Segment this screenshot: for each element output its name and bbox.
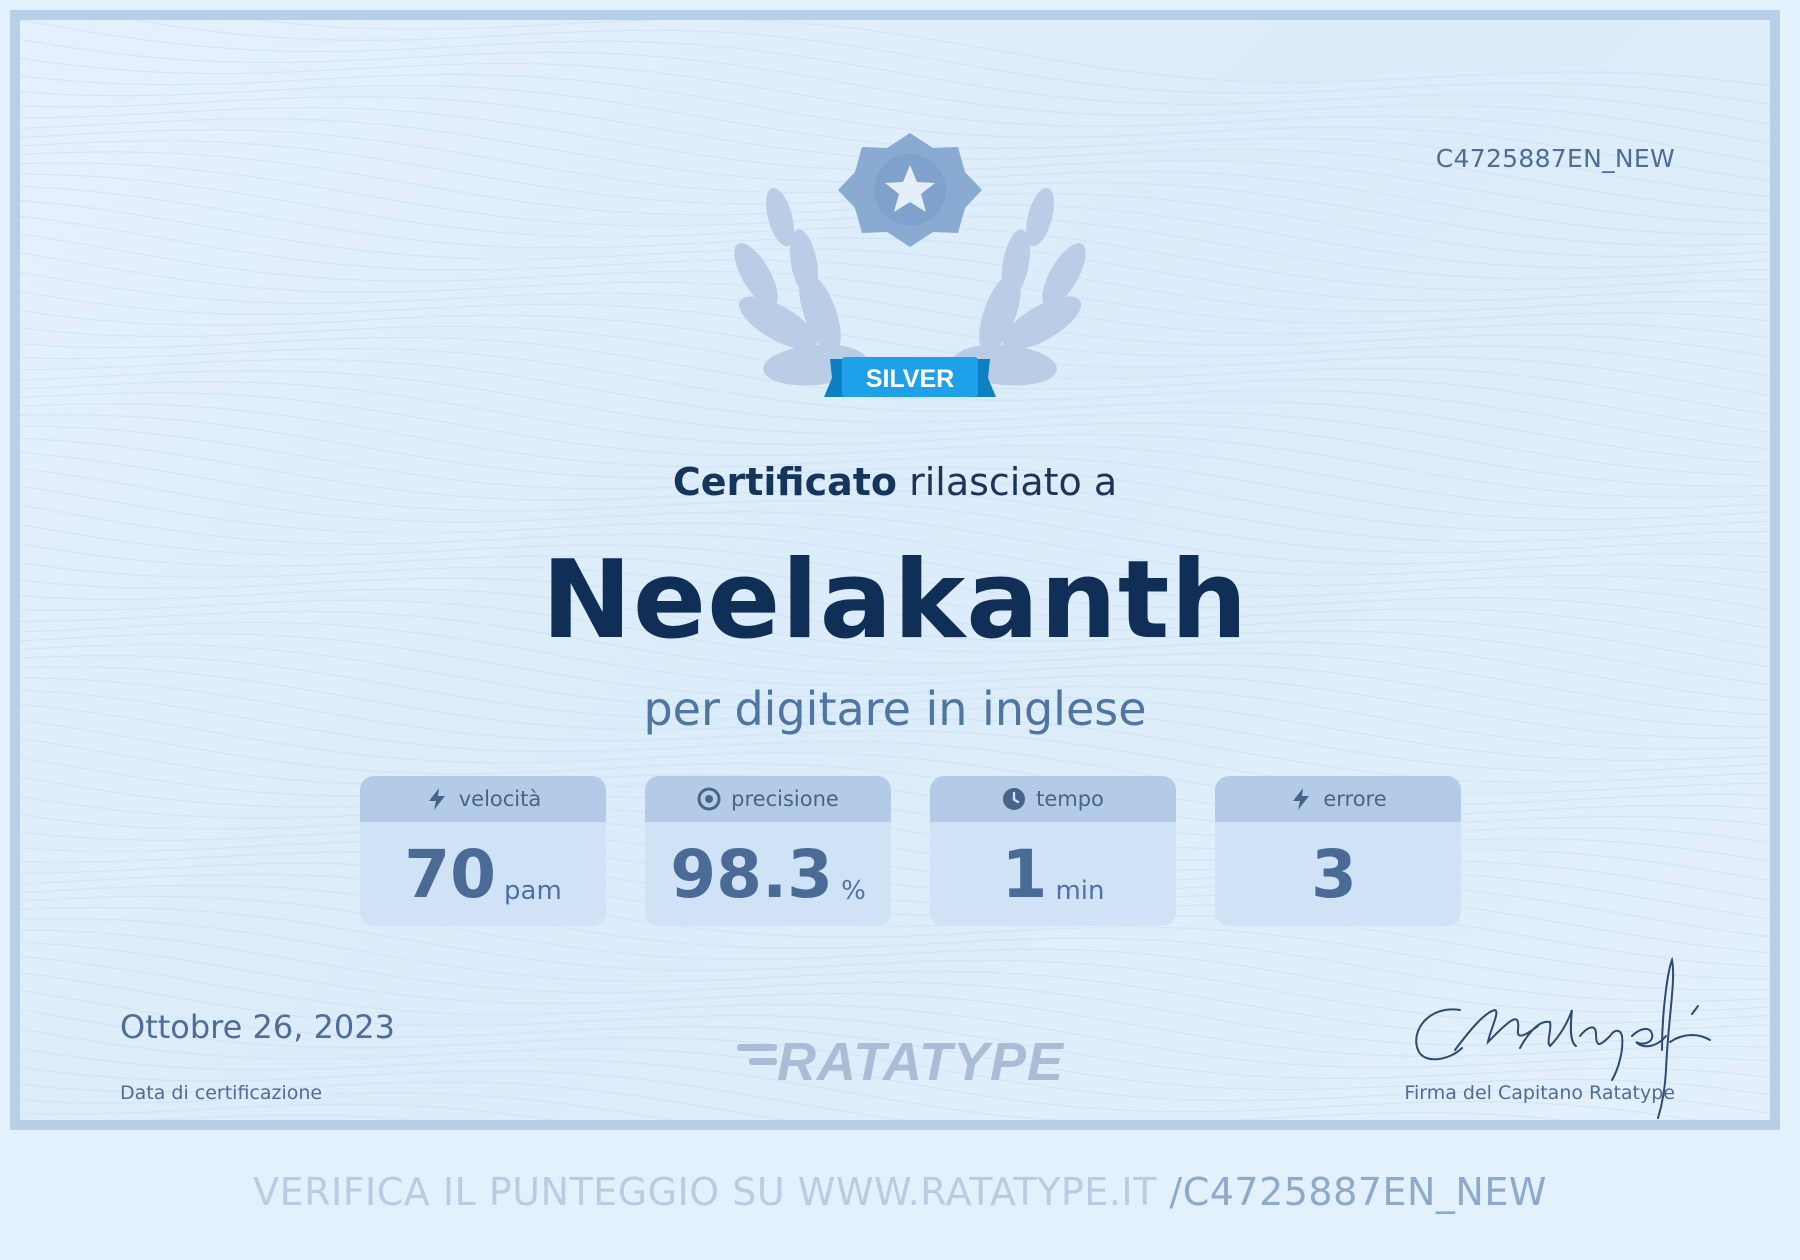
stat-card-speed: velocità 70 pam bbox=[360, 776, 606, 926]
certificate-card: C4725887EN_NEW SILVER Certificato rilasc… bbox=[10, 10, 1780, 1130]
lightning-icon bbox=[1293, 788, 1310, 810]
logo-text: RATATYPE bbox=[777, 1032, 1065, 1090]
verify-code: /C4725887EN_NEW bbox=[1169, 1170, 1547, 1214]
stat-value: 98.3 bbox=[670, 836, 834, 913]
stat-value: 3 bbox=[1311, 836, 1357, 913]
stat-label: tempo bbox=[1036, 787, 1104, 811]
clock-icon bbox=[1003, 788, 1026, 810]
stat-card-accuracy: precisione 98.3 % bbox=[645, 776, 891, 926]
stat-unit: % bbox=[841, 876, 866, 906]
medal-icon bbox=[838, 133, 982, 247]
stat-card-time: tempo 1 min bbox=[930, 776, 1176, 926]
stat-body: 1 min bbox=[930, 822, 1176, 926]
stat-label: velocità bbox=[458, 787, 542, 811]
stat-card-errors: errore 3 bbox=[1215, 776, 1461, 926]
laurel-medal-emblem: SILVER bbox=[734, 133, 1086, 397]
verify-line: VERIFICA IL PUNTEGGIO SU WWW.RATATYPE.IT… bbox=[0, 1170, 1800, 1214]
signature-label: Firma del Capitano Ratatype bbox=[1404, 1082, 1675, 1104]
page: C4725887EN_NEW SILVER Certificato rilasc… bbox=[0, 0, 1800, 1260]
stat-head: velocità bbox=[360, 776, 606, 822]
certificate-id: C4725887EN_NEW bbox=[1435, 144, 1675, 173]
level-badge-text: SILVER bbox=[866, 365, 954, 393]
target-icon bbox=[697, 787, 721, 811]
stat-head: tempo bbox=[930, 776, 1176, 822]
stat-value: 1 bbox=[1001, 836, 1048, 913]
logo-stripe bbox=[737, 1044, 777, 1051]
recipient-name: Neelakanth bbox=[541, 538, 1249, 663]
certificate-subtitle: per digitare in inglese bbox=[643, 682, 1147, 736]
stat-value: 70 bbox=[404, 836, 497, 913]
stat-label: errore bbox=[1323, 787, 1387, 811]
lightning-icon bbox=[428, 788, 445, 810]
stats-row: velocità 70 pam precisione 98.3 % tempo … bbox=[360, 776, 1470, 926]
stat-head: precisione bbox=[645, 776, 891, 822]
issued-rest: rilasciato a bbox=[897, 460, 1118, 504]
stat-unit: pam bbox=[504, 876, 562, 906]
stat-body: 98.3 % bbox=[645, 822, 891, 926]
issued-strong: Certificato bbox=[672, 460, 898, 504]
stat-head: errore bbox=[1215, 776, 1461, 822]
ratatype-logo: RATATYPE bbox=[737, 1032, 1065, 1090]
issued-line: Certificato rilasciato a bbox=[20, 460, 1770, 504]
verify-prefix: VERIFICA IL PUNTEGGIO SU WWW.RATATYPE.IT bbox=[253, 1170, 1170, 1214]
stat-label: precisione bbox=[731, 787, 839, 811]
certification-date: Ottobre 26, 2023 bbox=[120, 1008, 395, 1046]
stat-unit: min bbox=[1055, 876, 1105, 906]
stat-body: 3 bbox=[1215, 822, 1461, 926]
certification-date-label: Data di certificazione bbox=[120, 1082, 323, 1104]
stat-body: 70 pam bbox=[360, 822, 606, 926]
logo-stripe bbox=[749, 1058, 777, 1065]
